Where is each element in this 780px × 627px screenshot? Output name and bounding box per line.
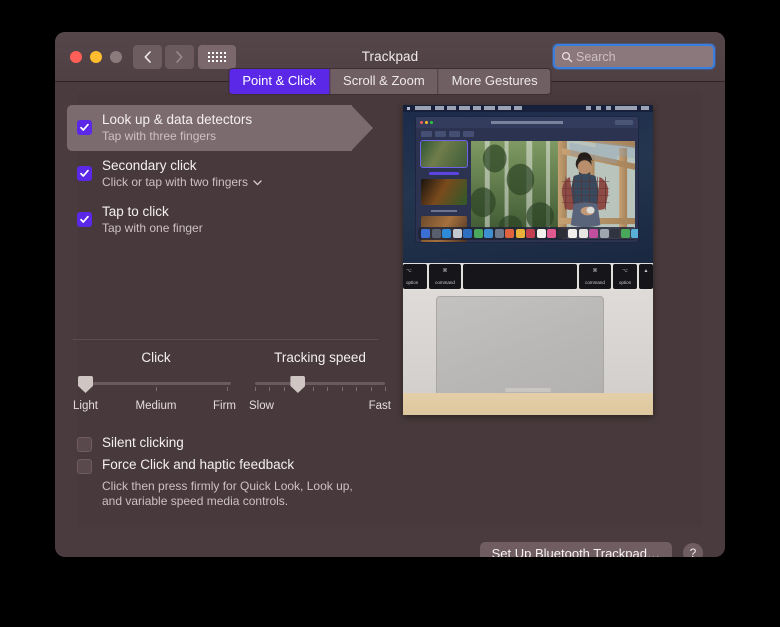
chevron-down-icon — [253, 179, 262, 185]
option-subtitle-text: Click or tap with two fingers — [102, 175, 249, 189]
key-command-left: ⌘ command — [429, 264, 461, 289]
tab-point-and-click[interactable]: Point & Click — [229, 69, 331, 94]
force-click-description: Click then press firmly for Quick Look, … — [102, 479, 353, 508]
tab-bar: Point & Click Scroll & Zoom More Gesture… — [228, 68, 552, 95]
option-subtitle: Tap with one finger — [102, 221, 203, 236]
preview-lid-notch — [505, 388, 551, 392]
option-title: Secondary click — [102, 158, 197, 173]
options-list: Look up & data detectors Tap with three … — [67, 105, 387, 243]
tracking-speed-label: Tracking speed — [274, 350, 366, 365]
option-subtitle: Tap with three fingers — [102, 129, 252, 144]
tracking-min-label: Slow — [249, 400, 274, 412]
preview-window-toolbar — [421, 131, 474, 137]
force-click-label: Force Click and haptic feedback — [102, 457, 295, 472]
preview-dock — [418, 227, 638, 240]
click-slider-scale: Light Medium Firm — [73, 400, 236, 416]
key-option-left: ⌥ option — [403, 264, 427, 289]
option-silent-clicking[interactable]: Silent clicking — [67, 432, 387, 454]
click-slider[interactable] — [78, 376, 231, 394]
tracking-speed-slider[interactable] — [255, 376, 386, 394]
click-slider-label: Click — [141, 350, 171, 365]
silent-clicking-label: Silent clicking — [102, 435, 184, 450]
section-divider — [73, 339, 378, 340]
click-slider-ticks — [81, 387, 231, 392]
checkmark-icon — [80, 123, 89, 131]
tracking-slider-track — [255, 382, 385, 385]
checkbox-look-up[interactable] — [77, 120, 92, 135]
checkmark-icon — [80, 215, 89, 223]
preview-finder-window — [415, 116, 639, 243]
preview-thumbnail — [421, 179, 467, 205]
preview-window-titlebar — [416, 117, 638, 128]
checkbox-tap-to-click[interactable] — [77, 212, 92, 227]
click-mid-label: Medium — [135, 400, 177, 412]
preview-photo — [471, 141, 635, 239]
option-title: Tap to click — [102, 204, 169, 219]
option-tap-to-click[interactable]: Tap to click Tap with one finger — [67, 197, 387, 243]
checkbox-secondary-click[interactable] — [77, 166, 92, 181]
click-min-label: Light — [73, 400, 98, 412]
checkbox-force-click[interactable] — [77, 459, 92, 474]
option-text: Tap to click Tap with one finger — [102, 203, 203, 236]
secondary-click-popup[interactable]: Click or tap with two fingers — [102, 175, 262, 190]
click-max-label: Firm — [213, 400, 236, 412]
trackpad-preferences-window: Trackpad Point & Click Scroll & Zoom Mor… — [55, 32, 725, 557]
option-look-up-and-data-detectors[interactable]: Look up & data detectors Tap with three … — [67, 105, 387, 151]
option-subtitle-text: Tap with one finger — [102, 221, 203, 235]
option-force-click[interactable]: Force Click and haptic feedback — [67, 454, 387, 476]
tracking-max-label: Fast — [368, 400, 391, 412]
preview-screen — [403, 105, 653, 263]
search-input[interactable] — [576, 49, 725, 64]
tracking-speed-slider-group: Tracking speed Slow Fast — [249, 350, 391, 416]
preview-photo-artwork — [471, 141, 635, 239]
click-slider-group: Click Light Medium Firm — [73, 350, 236, 416]
checkbox-silent-clicking[interactable] — [77, 437, 92, 452]
option-text: Look up & data detectors Tap with three … — [102, 111, 252, 144]
key-option-right: ⌥ option — [613, 264, 637, 289]
search-icon — [561, 51, 573, 62]
preview-thumbnail — [420, 140, 468, 168]
preview-sidebar-thumbnails — [420, 140, 468, 242]
set-up-bluetooth-trackpad-button[interactable]: Set Up Bluetooth Trackpad… — [479, 542, 672, 557]
window-footer: Set Up Bluetooth Trackpad… ? — [55, 530, 725, 557]
tracking-slider-ticks — [255, 387, 386, 392]
search-field[interactable] — [553, 44, 725, 69]
key-spacebar — [463, 264, 577, 289]
option-subtitle-text: Tap with three fingers — [102, 129, 217, 143]
option-title: Look up & data detectors — [102, 112, 253, 127]
sliders-section: Click Light Medium Firm Tracking speed S… — [67, 350, 391, 416]
tab-scroll-and-zoom[interactable]: Scroll & Zoom — [330, 69, 439, 94]
key-command-right: ⌘ command — [579, 264, 611, 289]
tab-more-gestures[interactable]: More Gestures — [438, 69, 551, 94]
key-arrow: ▲ — [639, 264, 653, 289]
preview-keyboard-row: ⌥ option ⌘ command ⌘ command ⌥ option ▲ — [403, 263, 653, 290]
tracking-slider-scale: Slow Fast — [249, 400, 391, 416]
trackpad-preview-image: ⌥ option ⌘ command ⌘ command ⌥ option ▲ — [403, 105, 653, 415]
bottom-options: Silent clicking Force Click and haptic f… — [67, 432, 387, 509]
checkmark-icon — [80, 169, 89, 177]
option-text: Secondary click Click or tap with two fi… — [102, 157, 262, 190]
preview-desk-surface — [403, 393, 653, 415]
preview-macbook-body — [403, 290, 653, 415]
help-button[interactable]: ? — [683, 543, 703, 557]
click-slider-track — [81, 382, 231, 385]
option-secondary-click[interactable]: Secondary click Click or tap with two fi… — [67, 151, 387, 197]
preview-menubar — [403, 105, 653, 112]
